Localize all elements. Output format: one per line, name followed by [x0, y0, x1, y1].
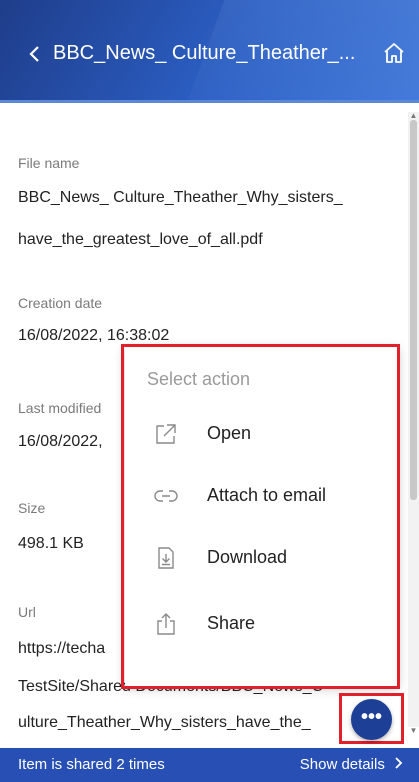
menu-item-label: Share [207, 613, 256, 633]
file-name-value-cont: have_the_greatest_love_of_all.pdf [18, 231, 263, 248]
page-title: BBC_News_ Culture_Theather_... [53, 42, 356, 64]
chevron-left-icon [29, 46, 39, 62]
url-value-cont2[interactable]: ulture_Theather_Why_sisters_have_the_ [18, 714, 311, 732]
more-actions-button[interactable]: ••• [351, 699, 392, 740]
more-icon: ••• [360, 706, 382, 728]
last-modified-value: 16/08/2022, [18, 433, 103, 450]
file-name-value: BBC_News_ Culture_Theather_Why_sisters_ [18, 189, 343, 206]
scrollbar-thumb[interactable] [410, 120, 417, 500]
show-details-label: Show details [299, 756, 385, 773]
open-external-icon [156, 424, 176, 444]
bottom-bar: Item is shared 2 times Show details [0, 748, 419, 782]
chevron-right-icon [395, 757, 403, 769]
menu-item-label: Open [207, 423, 252, 443]
scroll-up-icon[interactable]: ▲ [409, 112, 418, 120]
share-icon [157, 613, 175, 635]
last-modified-label: Last modified [18, 400, 102, 416]
scroll-down-icon[interactable]: ▼ [409, 727, 418, 735]
menu-item-attach-email[interactable]: Attach to email [125, 469, 398, 523]
size-value: 498.1 KB [18, 535, 84, 552]
file-name-label: File name [18, 155, 80, 171]
shared-status: Item is shared 2 times [18, 756, 165, 773]
menu-item-label: Download [207, 547, 288, 567]
url-value[interactable]: https://techa [18, 640, 105, 658]
download-icon [158, 547, 174, 569]
app-header: BBC_News_ Culture_Theather_... [0, 0, 419, 103]
menu-item-share[interactable]: Share [125, 597, 398, 651]
menu-item-open[interactable]: Open [125, 407, 398, 461]
home-button[interactable] [382, 41, 406, 65]
url-label: Url [18, 604, 36, 620]
creation-date-value: 16/08/2022, 16:38:02 [18, 327, 170, 344]
creation-date-label: Creation date [18, 295, 103, 311]
home-icon [384, 43, 404, 63]
size-label: Size [18, 500, 46, 516]
link-icon [154, 490, 178, 502]
menu-item-download[interactable]: Download [125, 531, 398, 585]
show-details-link[interactable]: Show details [300, 756, 403, 773]
action-menu: Select action Open Attach to email Downl… [125, 347, 398, 686]
menu-item-label: Attach to email [207, 485, 327, 505]
menu-title: Select action [147, 369, 251, 389]
back-button[interactable] [28, 44, 44, 64]
